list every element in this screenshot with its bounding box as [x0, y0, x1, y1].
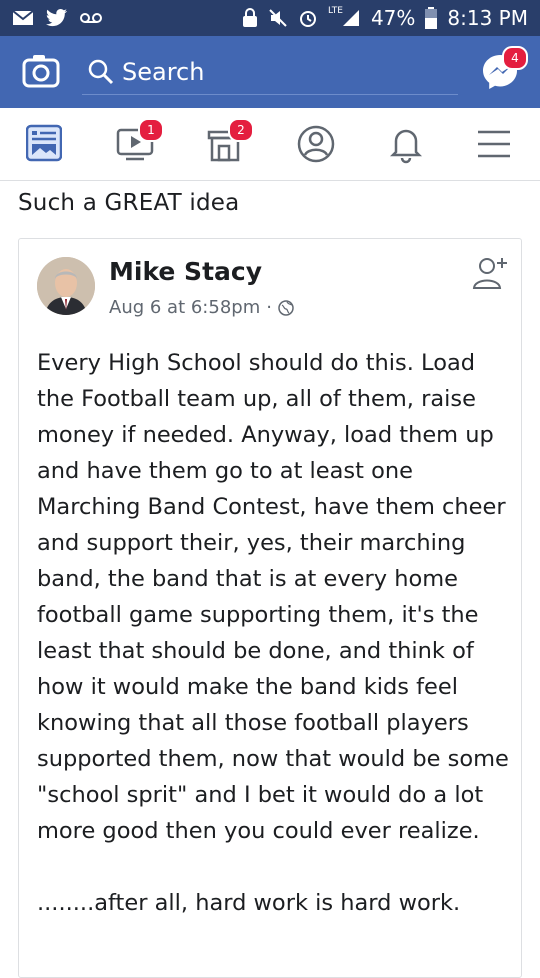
profile-icon: [297, 125, 335, 163]
messenger-badge: 4: [502, 46, 528, 70]
post-body: Every High School should do this. Load t…: [37, 350, 509, 916]
post-caption: Such a GREAT idea: [18, 190, 240, 216]
author-avatar[interactable]: [37, 257, 95, 315]
clock-time: 8:13 PM: [447, 6, 528, 30]
mute-icon: [269, 9, 287, 27]
app-header: Search 4: [0, 36, 540, 108]
messenger-button[interactable]: 4: [480, 46, 528, 92]
shared-post-card[interactable]: Mike Stacy Aug 6 at 6:58pm · Every High …: [18, 238, 522, 978]
tab-marketplace[interactable]: 2: [206, 118, 254, 164]
email-icon: [12, 10, 34, 25]
camera-icon[interactable]: [22, 54, 60, 88]
meta-separator: ·: [266, 297, 272, 318]
battery-icon: [425, 7, 438, 29]
search-placeholder: Search: [122, 58, 205, 86]
author-photo: [37, 257, 95, 315]
notification-icons: [12, 9, 102, 27]
hamburger-menu-icon: [478, 130, 510, 158]
post-timestamp[interactable]: Aug 6 at 6:58pm: [109, 297, 260, 318]
tab-bar: 1 2: [0, 108, 540, 181]
alarm-icon: [299, 11, 316, 27]
signal-icon: [342, 10, 359, 26]
voicemail-icon: [80, 13, 102, 23]
status-bar: LTE 47% 8:13 PM: [0, 0, 540, 36]
tab-menu[interactable]: [476, 124, 516, 164]
tab-profile[interactable]: [296, 124, 336, 164]
news-feed-icon: [25, 124, 63, 162]
system-status: LTE 47% 8:13 PM: [242, 0, 528, 36]
add-friend-button[interactable]: [471, 253, 511, 293]
battery-percent: 47%: [370, 6, 416, 30]
watch-badge: 1: [138, 118, 164, 142]
marketplace-badge: 2: [228, 118, 254, 142]
post-meta: Aug 6 at 6:58pm ·: [109, 297, 294, 318]
tab-watch[interactable]: 1: [116, 118, 164, 164]
lock-icon: [242, 8, 257, 27]
tab-notifications[interactable]: [386, 124, 426, 164]
twitter-icon: [46, 9, 67, 27]
search-icon: [88, 59, 114, 85]
author-name[interactable]: Mike Stacy: [109, 257, 262, 286]
search-input[interactable]: Search: [82, 50, 458, 95]
bell-icon: [389, 129, 423, 164]
add-friend-icon: [472, 258, 507, 289]
tab-news-feed[interactable]: [25, 124, 66, 164]
globe-icon: [278, 299, 294, 316]
